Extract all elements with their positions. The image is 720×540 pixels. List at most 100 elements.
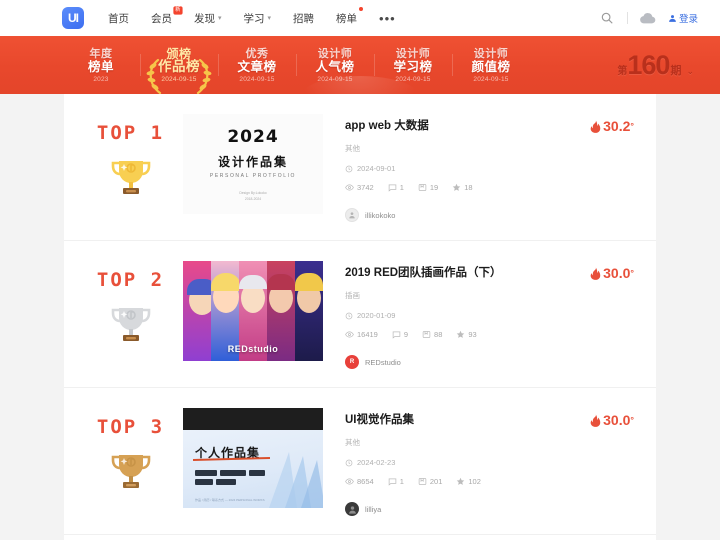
nav-item-member[interactable]: 会员 新	[151, 5, 183, 26]
ranking-tab-popularity[interactable]: 设计师 人气榜 2024-09-15	[296, 48, 374, 83]
tab-line1: 优秀	[245, 47, 269, 60]
thumb-footer: 作品 / 简历 / 联系方式 — 2024 PERSONAL WORKS	[195, 498, 265, 502]
tab-line2: 人气榜	[315, 59, 355, 74]
comment-icon	[388, 478, 396, 486]
star-icon	[457, 477, 465, 485]
heat-score: 30.0 °	[590, 412, 642, 428]
notification-dot-icon	[359, 6, 364, 11]
degree-symbol: °	[630, 121, 634, 131]
flame-icon	[590, 267, 601, 280]
site-logo[interactable]: UI	[62, 7, 84, 29]
author-row[interactable]: R REDstudio	[345, 355, 642, 369]
nav-more-button[interactable]: •••	[379, 11, 396, 26]
user-icon	[349, 212, 355, 219]
thumb-year: 2024	[224, 126, 283, 148]
comment-icon	[388, 184, 396, 192]
degree-symbol: °	[630, 268, 634, 278]
nav-item-ranking[interactable]: 榜单	[336, 6, 364, 26]
collect-icon	[418, 478, 427, 485]
heat-score: 30.2 °	[590, 118, 642, 134]
views-count: 8654	[357, 477, 374, 486]
thumbnail-illustration: REDstudio	[183, 261, 323, 361]
views-stat: 3742	[345, 183, 374, 192]
table-row: TOP 3 个人作品集 作品 / 简历 / 联系方式 — 2024 PERSON…	[64, 388, 656, 535]
table-row: TOP 1 2024 设计作品集 PERSONAL PROTFOLIO Desi…	[64, 94, 656, 241]
rank-cell: TOP 3	[78, 408, 183, 494]
work-category[interactable]: 其他	[345, 143, 642, 154]
clock-icon	[345, 165, 353, 172]
work-header: UI视觉作品集 30.0 °	[345, 412, 642, 428]
heat-score: 30.0 °	[590, 265, 642, 281]
likes-stat: 18	[452, 183, 473, 192]
login-button[interactable]: 登录	[668, 11, 698, 25]
user-icon	[348, 505, 356, 514]
views-count: 3742	[357, 183, 374, 192]
comments-count: 1	[399, 477, 404, 486]
author-row[interactable]: illikokoko	[345, 208, 642, 222]
collects-count: 201	[429, 477, 443, 486]
thumbnail-personal-portfolio: 个人作品集 作品 / 简历 / 联系方式 — 2024 PERSONAL WOR…	[183, 408, 323, 508]
degree-symbol: °	[630, 415, 634, 425]
views-stat: 8654	[345, 477, 374, 486]
nav-divider	[626, 12, 628, 24]
ranking-tab-annual[interactable]: 年度 榜单 2023	[62, 48, 140, 83]
author-name: lilliya	[365, 504, 382, 514]
nav-item-home[interactable]: 首页	[108, 11, 129, 26]
date-text: 2020-01-09	[357, 311, 396, 320]
work-date: 2024-09-01	[345, 164, 642, 173]
work-title[interactable]: 2019 RED团队插画作品（下）	[345, 265, 502, 281]
ranking-tab-looks[interactable]: 设计师 颜值榜 2024-09-15	[452, 48, 530, 83]
work-thumbnail[interactable]: 个人作品集 作品 / 简历 / 联系方式 — 2024 PERSONAL WOR…	[183, 408, 323, 508]
tab-line2: 榜单	[87, 59, 114, 74]
work-title[interactable]: UI视觉作品集	[345, 412, 414, 428]
date-text: 2024-02-23	[357, 458, 396, 467]
comments-stat: 9	[392, 330, 408, 339]
tab-line2: 学习榜	[393, 59, 433, 74]
heat-value: 30.0	[603, 412, 631, 428]
issue-prefix: 第	[617, 65, 628, 77]
thumb-chip	[216, 479, 236, 485]
comments-stat: 1	[388, 183, 404, 192]
flame-icon	[590, 414, 601, 427]
nav-item-label: 招聘	[293, 12, 315, 25]
clock-icon	[345, 459, 353, 466]
thumbnail-header-bar	[183, 408, 323, 430]
nav-item-jobs[interactable]: 招聘	[293, 11, 314, 26]
work-info: UI视觉作品集 30.0 ° 其他 2024-02-23 8654 1 201 …	[323, 408, 642, 516]
search-icon[interactable]	[599, 10, 615, 26]
silver-trophy-icon	[111, 308, 150, 341]
collects-count: 88	[434, 330, 443, 339]
rank-label: TOP 1	[96, 122, 165, 144]
thumb-cn-title: 个人作品集	[195, 446, 261, 460]
issue-selector[interactable]: 第 160 期 ⌄	[617, 50, 694, 81]
ranking-tab-works[interactable]: 颁榜 作品榜 2024-09-15	[140, 48, 218, 94]
eye-icon	[345, 478, 354, 485]
table-row: TOP 2 REDstudio 2019 RED团队插画作品（下） 30.0 °…	[64, 241, 656, 388]
star-icon	[457, 330, 465, 338]
cloud-upload-icon[interactable]	[640, 10, 656, 26]
thumb-chip	[195, 470, 217, 476]
thumb-chip	[220, 470, 246, 476]
work-category[interactable]: 插画	[345, 290, 642, 301]
ranking-tab-study[interactable]: 设计师 学习榜 2024-09-15	[374, 48, 452, 83]
work-thumbnail[interactable]: 2024 设计作品集 PERSONAL PROTFOLIO Design By:…	[183, 114, 323, 214]
nav-item-study[interactable]: 学习 ▾	[244, 11, 272, 26]
nav-item-discover[interactable]: 发现 ▾	[194, 11, 222, 26]
tab-date: 2024-09-15	[317, 75, 353, 83]
star-icon	[452, 183, 461, 191]
bronze-trophy-icon	[111, 455, 150, 488]
work-category[interactable]: 其他	[345, 437, 642, 448]
likes-count: 18	[464, 183, 473, 192]
avatar	[345, 208, 359, 222]
work-thumbnail[interactable]: REDstudio	[183, 261, 323, 361]
tab-date: 2023	[93, 75, 109, 83]
date-text: 2024-09-01	[357, 164, 396, 173]
tab-date: 2024-09-15	[161, 75, 197, 83]
author-row[interactable]: lilliya	[345, 502, 642, 516]
work-title[interactable]: app web 大数据	[345, 118, 429, 134]
work-info: app web 大数据 30.2 ° 其他 2024-09-01 3742 1 …	[323, 114, 642, 222]
issue-number: 160	[627, 49, 670, 80]
tab-line1: 年度	[89, 47, 113, 60]
new-badge: 新	[173, 5, 183, 15]
ranking-tab-articles[interactable]: 优秀 文章榜 2024-09-15	[218, 48, 296, 83]
